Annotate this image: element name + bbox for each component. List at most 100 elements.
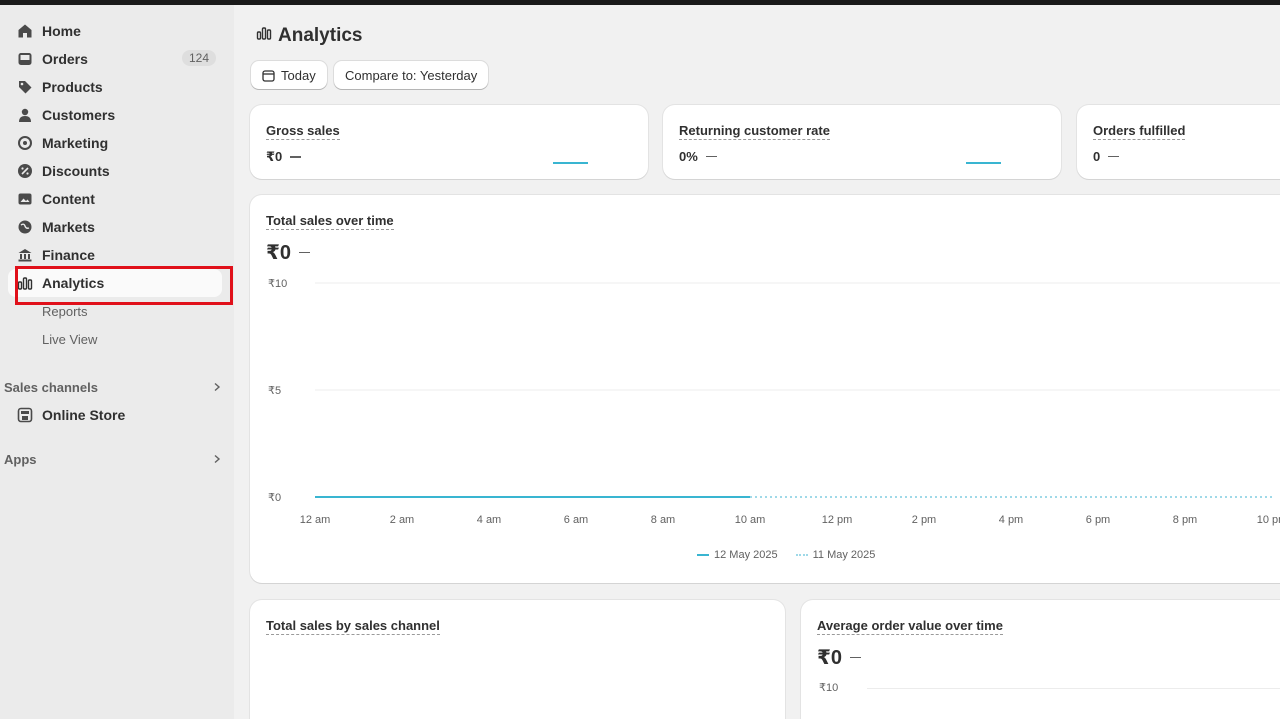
x-tick-label: 8 am <box>651 514 675 526</box>
average-order-value-card: Average order value over time ₹0 ₹10 <box>801 600 1280 719</box>
page-title-text: Analytics <box>278 25 363 46</box>
metric-card-orders-fulfilled[interactable]: Orders fulfilled 0 <box>1077 105 1280 179</box>
sidebar-item-label: Discounts <box>42 163 110 179</box>
sidebar-item-customers[interactable]: Customers <box>8 101 222 129</box>
metric-label: Orders fulfilled <box>1093 123 1186 140</box>
x-tick-label: 10 pm <box>1257 514 1280 526</box>
inbox-icon <box>16 50 34 68</box>
sidebar-item-label: Finance <box>42 247 95 263</box>
sidebar-item-finance[interactable]: Finance <box>8 241 222 269</box>
sidebar-item-label: Products <box>42 79 103 95</box>
sparkline <box>966 162 1001 164</box>
sidebar-item-label: Orders <box>42 51 88 67</box>
sidebar: Home Orders 124 Products Customers Marke… <box>0 5 234 719</box>
chart-legend: 12 May 2025 11 May 2025 <box>697 549 875 561</box>
legend-item-previous[interactable]: 11 May 2025 <box>795 549 876 561</box>
metric-value: 0% <box>679 149 717 164</box>
x-tick-label: 12 am <box>300 514 331 526</box>
metric-value-text: 0% <box>679 149 698 164</box>
sales-by-channel-card: Total sales by sales channel <box>250 600 785 719</box>
sidebar-item-label: Content <box>42 191 95 207</box>
legend-swatch-solid <box>697 554 709 556</box>
total-sales-chart-card: Total sales over time ₹0 ₹10 ₹5 ₹0 12 am 2 a… <box>250 195 1280 583</box>
page-title: Analytics <box>256 25 362 47</box>
chevron-right-icon <box>212 380 222 395</box>
y-tick-label: ₹10 <box>268 278 287 290</box>
target-icon <box>16 134 34 152</box>
sparkline <box>553 162 588 164</box>
y-tick-label: ₹10 <box>819 682 839 694</box>
store-icon <box>16 406 34 424</box>
chart-title[interactable]: Total sales by sales channel <box>266 618 440 635</box>
home-icon <box>16 22 34 40</box>
y-tick-label: ₹0 <box>268 492 281 504</box>
globe-icon <box>16 218 34 236</box>
sidebar-item-content[interactable]: Content <box>8 185 222 213</box>
bar-chart-icon <box>256 25 272 47</box>
sales-line-chart: ₹10 ₹5 ₹0 12 am 2 am 4 am 6 am 8 am 10 am 12 pm 2 … <box>268 278 1280 526</box>
date-range-button[interactable]: Today <box>251 61 327 89</box>
legend-swatch-dotted <box>795 554 808 556</box>
no-change-dash <box>290 156 302 158</box>
chart-title[interactable]: Average order value over time <box>817 618 1003 635</box>
x-tick-label: 2 am <box>390 514 414 526</box>
sidebar-item-label: Home <box>42 23 81 39</box>
chart-total-value: ₹0 <box>817 645 862 670</box>
x-tick-label: 12 pm <box>822 514 853 526</box>
discount-icon <box>16 162 34 180</box>
sidebar-item-label: Markets <box>42 219 95 235</box>
sidebar-item-home[interactable]: Home <box>8 17 222 45</box>
sidebar-subitem-reports[interactable]: Reports <box>42 304 88 319</box>
no-change-dash <box>705 155 717 158</box>
sidebar-item-markets[interactable]: Markets <box>8 213 222 241</box>
compare-button[interactable]: Compare to: Yesterday <box>334 61 489 89</box>
sidebar-item-online-store[interactable]: Online Store <box>8 401 222 429</box>
sidebar-item-marketing[interactable]: Marketing <box>8 129 222 157</box>
chart-total-value-text: ₹0 <box>817 647 843 669</box>
legend-item-current[interactable]: 12 May 2025 <box>697 549 778 561</box>
sidebar-item-discounts[interactable]: Discounts <box>8 157 222 185</box>
compare-label: Compare to: Yesterday <box>345 67 478 83</box>
x-tick-label: 6 pm <box>1086 514 1110 526</box>
sidebar-item-products[interactable]: Products <box>8 73 222 101</box>
orders-count-badge: 124 <box>181 50 216 66</box>
sidebar-item-label: Online Store <box>42 407 126 423</box>
metric-value: 0 <box>1093 149 1120 164</box>
sales-channels-section[interactable]: Sales channels <box>4 380 222 395</box>
x-tick-label: 4 pm <box>999 514 1023 526</box>
sidebar-subitem-live-view[interactable]: Live View <box>42 332 97 347</box>
sidebar-item-label: Marketing <box>42 135 109 151</box>
x-tick-label: 2 pm <box>912 514 936 526</box>
no-change-dash <box>850 656 862 659</box>
y-tick-label: ₹5 <box>268 385 281 397</box>
tag-icon <box>16 78 34 96</box>
metric-value: ₹0 <box>266 149 302 165</box>
sidebar-item-orders[interactable]: Orders 124 <box>8 45 222 73</box>
metric-value-text: 0 <box>1093 149 1101 164</box>
grid-line <box>867 688 1280 689</box>
chevron-right-icon <box>212 452 222 467</box>
sales-channels-label: Sales channels <box>4 380 98 395</box>
apps-label: Apps <box>4 452 37 467</box>
bank-icon <box>16 246 34 264</box>
image-icon <box>16 190 34 208</box>
metric-card-returning-customer-rate[interactable]: Returning customer rate 0% <box>663 105 1061 179</box>
x-tick-label: 8 pm <box>1173 514 1197 526</box>
legend-label: 11 May 2025 <box>812 549 876 561</box>
metric-label: Returning customer rate <box>679 123 830 140</box>
metric-label: Gross sales <box>266 123 340 140</box>
metric-card-gross-sales[interactable]: Gross sales ₹0 <box>250 105 648 179</box>
date-range-label: Today <box>281 67 316 83</box>
legend-label: 12 May 2025 <box>714 549 778 561</box>
x-tick-label: 6 am <box>564 514 588 526</box>
calendar-icon <box>262 69 275 82</box>
metric-value-text: ₹0 <box>266 149 283 164</box>
no-change-dash <box>1108 155 1120 158</box>
x-tick-label: 10 am <box>735 514 766 526</box>
apps-section[interactable]: Apps <box>4 452 222 467</box>
analytics-highlight-box <box>15 266 233 305</box>
x-tick-label: 4 am <box>477 514 501 526</box>
sidebar-item-label: Customers <box>42 107 116 123</box>
person-icon <box>16 106 34 124</box>
main-content: Analytics Today Compare to: Yesterday Gr… <box>234 5 1280 719</box>
